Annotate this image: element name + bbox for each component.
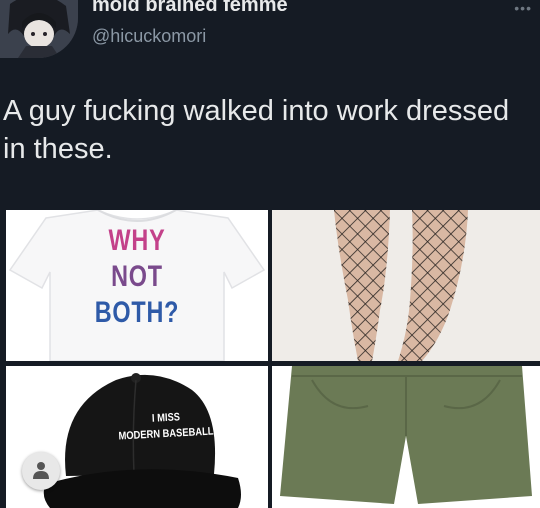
media-grid: WHY NOT BOTH? I MISS MODERN BASEBALL [0, 206, 540, 508]
avatar[interactable] [0, 0, 78, 58]
shirt-text-both: BOTH? [94, 296, 180, 329]
display-name[interactable]: moid brained femme [92, 0, 288, 17]
shirt-text-not: NOT [111, 260, 163, 293]
media-tshirt-image[interactable]: WHY NOT BOTH? [6, 210, 268, 361]
more-options-icon[interactable]: ••• [514, 0, 532, 16]
user-silhouette-icon [33, 462, 49, 479]
media-shorts-image[interactable] [272, 366, 540, 508]
tweet-text: A guy fucking walked into work dressed i… [3, 95, 510, 165]
profile-icon[interactable] [22, 452, 60, 490]
avatar-image [0, 0, 78, 58]
fishnet-legs-graphic [272, 210, 540, 361]
shorts-graphic [272, 366, 540, 508]
user-handle[interactable]: @hicuckomori [92, 26, 206, 47]
shirt-text-why: WHY [108, 224, 166, 257]
media-fishnet-image[interactable] [272, 210, 540, 361]
